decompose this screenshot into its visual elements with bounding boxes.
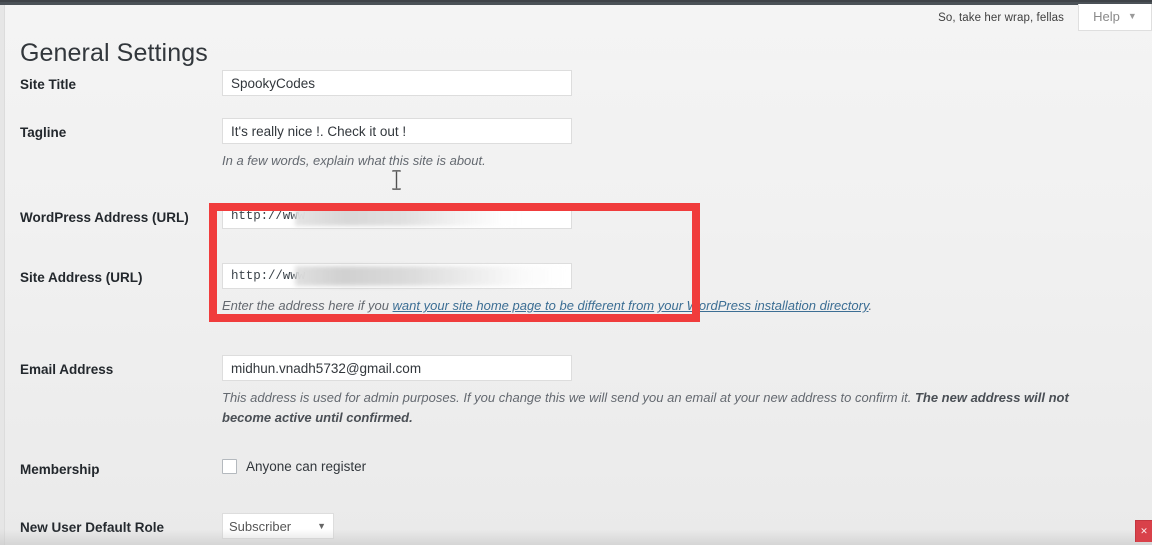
label-email-address: Email Address [20, 362, 114, 377]
corner-notification-badge[interactable]: ✕ [1135, 520, 1152, 542]
site-address-desc-link-one[interactable]: want your site home page to be different… [393, 298, 655, 313]
field-email-address: This address is used for admin purposes.… [222, 355, 1152, 428]
close-icon: ✕ [1140, 526, 1148, 536]
form-row-tagline: Tagline In a few words, explain what thi… [0, 118, 1152, 203]
label-site-title: Site Title [20, 77, 77, 92]
label-tagline: Tagline [20, 125, 67, 140]
new-user-default-role-wrap: Subscriber ▼ [222, 513, 334, 539]
field-tagline: In a few words, explain what this site i… [222, 118, 1152, 171]
screen-meta-note: So, take her wrap, fellas [938, 12, 1064, 24]
site-address-input[interactable] [222, 263, 572, 289]
site-address-desc-link-two[interactable]: your WordPress installation directory [658, 298, 869, 313]
email-desc-normal: This address is used for admin purposes.… [222, 390, 915, 405]
anyone-can-register-checkbox[interactable] [222, 459, 237, 474]
chevron-down-icon: ▼ [1127, 11, 1137, 21]
field-membership: Anyone can register [222, 455, 1152, 474]
admin-bar-top-edge [0, 0, 1152, 2]
membership-checkbox-line[interactable]: Anyone can register [222, 455, 1132, 474]
site-address-desc-tail: . [868, 298, 873, 313]
field-new-user-default-role: Subscriber ▼ [222, 513, 1152, 539]
tagline-description: In a few words, explain what this site i… [222, 153, 486, 168]
new-user-default-role-select[interactable]: Subscriber [222, 513, 334, 539]
field-site-address: Enter the address here if you want your … [222, 263, 1152, 316]
wordpress-address-input[interactable] [222, 203, 572, 229]
label-new-user-default-role: New User Default Role [20, 520, 165, 535]
form-row-membership: Membership Anyone can register [0, 455, 1152, 513]
email-address-description: This address is used for admin purposes.… [222, 388, 1107, 428]
label-site-address: Site Address (URL) [20, 270, 143, 285]
tagline-input[interactable] [222, 118, 572, 144]
page-title: General Settings [20, 38, 208, 67]
help-tab[interactable]: Help ▼ [1078, 3, 1152, 31]
label-membership: Membership [20, 462, 100, 477]
wordpress-address-wrap [222, 203, 572, 229]
site-address-desc-lead: Enter the address here if you [222, 298, 393, 313]
anyone-can-register-label: Anyone can register [246, 459, 367, 474]
form-row-new-user-default-role: New User Default Role Subscriber ▼ [0, 513, 1152, 545]
form-row-site-address: Site Address (URL) Enter the address her… [0, 263, 1152, 355]
general-settings-form: Site Title Tagline In a few words, expla… [0, 70, 1152, 545]
field-site-title [222, 70, 1152, 96]
site-title-input[interactable] [222, 70, 572, 96]
screen-meta-links: So, take her wrap, fellas Help ▼ [938, 3, 1152, 31]
form-row-site-title: Site Title [0, 70, 1152, 118]
wordpress-admin-screen: So, take her wrap, fellas Help ▼ General… [0, 0, 1152, 545]
form-row-wordpress-address: WordPress Address (URL) [0, 203, 1152, 263]
site-address-wrap [222, 263, 572, 289]
help-tab-label: Help [1093, 9, 1120, 24]
site-address-description: Enter the address here if you want your … [222, 296, 1107, 316]
field-wordpress-address [222, 203, 1152, 229]
label-wordpress-address: WordPress Address (URL) [20, 210, 189, 225]
email-address-input[interactable] [222, 355, 572, 381]
form-row-email-address: Email Address This address is used for a… [0, 355, 1152, 455]
